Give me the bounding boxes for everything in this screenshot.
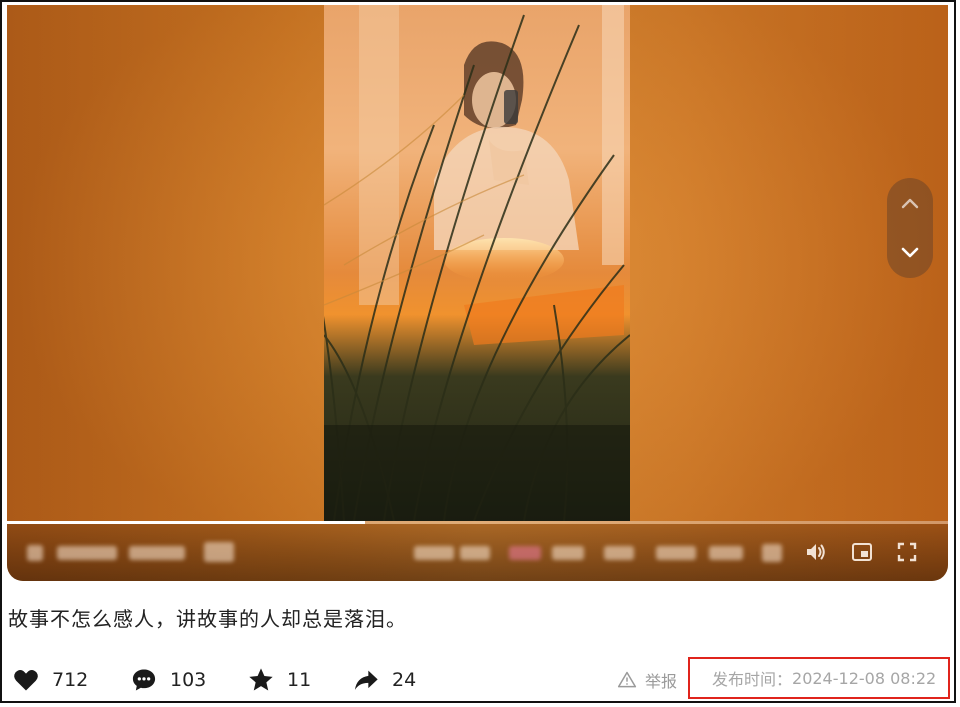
like-count: 712 <box>52 669 89 691</box>
control-obscured <box>460 546 490 560</box>
control-obscured <box>509 546 541 560</box>
control-obscured <box>204 542 234 562</box>
time-readout-obscured <box>57 546 117 560</box>
control-obscured <box>762 544 782 562</box>
post-caption: 故事不怎么感人，讲故事的人却总是落泪。 <box>8 607 407 631</box>
video-switch-pill <box>887 178 933 278</box>
chevron-down-icon[interactable] <box>898 240 922 264</box>
control-obscured <box>709 546 743 560</box>
like-button[interactable]: 712 <box>12 665 88 695</box>
comment-count: 103 <box>170 669 207 691</box>
video-player[interactable] <box>7 5 948 581</box>
share-count: 24 <box>392 669 417 691</box>
favorite-count: 11 <box>287 669 312 691</box>
publish-time-value: 2024-12-08 08:22 <box>792 668 937 688</box>
warning-icon <box>617 671 637 688</box>
video-scene <box>324 5 630 521</box>
publish-time-highlight: 发布时间： 2024-12-08 08:22 <box>688 657 950 699</box>
comment-button[interactable]: 103 <box>130 665 206 695</box>
volume-icon[interactable] <box>804 540 828 564</box>
publish-time-label: 发布时间： <box>712 670 793 689</box>
control-bar <box>7 524 948 581</box>
picture-in-picture-icon[interactable] <box>850 540 874 564</box>
report-link[interactable]: 举报 <box>617 668 677 692</box>
play-button-obscured[interactable] <box>27 545 43 561</box>
control-obscured <box>414 546 454 560</box>
fullscreen-icon[interactable] <box>895 540 919 564</box>
control-obscured <box>656 546 696 560</box>
heart-icon <box>14 670 38 691</box>
control-obscured <box>604 546 634 560</box>
control-obscured <box>129 546 185 560</box>
report-label: 举报 <box>645 672 678 691</box>
share-button[interactable]: 24 <box>352 665 416 695</box>
favorite-button[interactable]: 11 <box>247 665 311 695</box>
video-frame[interactable] <box>324 5 630 521</box>
chevron-up-icon[interactable] <box>898 192 922 216</box>
comment-icon <box>132 669 156 691</box>
star-icon <box>249 668 273 691</box>
share-arrow-icon <box>354 670 378 690</box>
control-obscured <box>552 546 584 560</box>
